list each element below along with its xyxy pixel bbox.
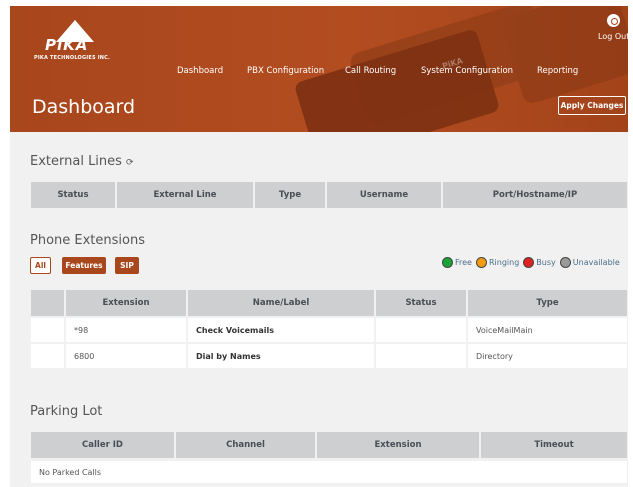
apply-changes-button[interactable]: Apply Changes bbox=[558, 96, 626, 115]
col-username[interactable]: Username bbox=[327, 182, 443, 208]
parking-lot-table-header: Caller ID Channel Extension Timeout bbox=[31, 432, 627, 458]
col-select[interactable] bbox=[31, 290, 66, 316]
col-ext-status[interactable]: Status bbox=[376, 290, 468, 316]
col-caller-id[interactable]: Caller ID bbox=[31, 432, 176, 458]
page-title: Dashboard bbox=[32, 96, 136, 118]
col-extension[interactable]: Extension bbox=[66, 290, 188, 316]
table-row[interactable]: 6800 Dial by Names Directory bbox=[31, 344, 627, 368]
col-port-hostname-ip[interactable]: Port/Hostname/IP bbox=[443, 182, 627, 208]
filter-features-button[interactable]: Features bbox=[62, 257, 106, 274]
col-type[interactable]: Type bbox=[255, 182, 327, 208]
company-logo[interactable]: PiKA PIKA TECHNOLOGIES INC. bbox=[34, 20, 118, 70]
col-parking-extension[interactable]: Extension bbox=[317, 432, 481, 458]
parking-lot-title: Parking Lot bbox=[30, 404, 103, 419]
nav-system-configuration[interactable]: System Configuration bbox=[421, 66, 513, 76]
app-header: PiKA PiKA PIKA TECHNOLOGIES INC. Dashboa… bbox=[10, 6, 628, 132]
table-row[interactable]: *98 Check Voicemails VoiceMailMain bbox=[31, 318, 627, 342]
type-cell: Directory bbox=[468, 344, 627, 368]
status-cell bbox=[376, 318, 468, 342]
filter-sip-button[interactable]: SIP bbox=[115, 257, 139, 274]
legend-busy: Busy bbox=[536, 258, 556, 267]
unavailable-status-icon bbox=[559, 257, 571, 268]
legend-ringing: Ringing bbox=[488, 258, 520, 267]
phone-extensions-title: Phone Extensions bbox=[30, 233, 145, 248]
legend-free: Free bbox=[455, 258, 472, 267]
power-icon bbox=[606, 14, 620, 27]
status-cell bbox=[376, 344, 468, 368]
name-label-cell: Check Voicemails bbox=[188, 318, 376, 342]
external-lines-table-header: Status External Line Type Username Port/… bbox=[31, 182, 627, 208]
name-label-cell: Dial by Names bbox=[188, 344, 376, 368]
col-external-line[interactable]: External Line bbox=[117, 182, 255, 208]
status-legend: Free Ringing Busy Unavailable bbox=[442, 257, 620, 268]
row-select-cell[interactable] bbox=[31, 344, 66, 368]
main-content: External Lines ⟳ Status External Line Typ… bbox=[10, 132, 628, 487]
extension-cell: *98 bbox=[66, 318, 188, 342]
col-name-label[interactable]: Name/Label bbox=[188, 290, 376, 316]
ringing-status-icon bbox=[475, 257, 487, 268]
logout-label: Log Out bbox=[598, 32, 628, 41]
col-timeout[interactable]: Timeout bbox=[481, 432, 627, 458]
external-lines-title: External Lines bbox=[30, 154, 122, 169]
busy-status-icon bbox=[523, 257, 535, 268]
nav-dashboard[interactable]: Dashboard bbox=[177, 66, 223, 76]
legend-unavailable: Unavailable bbox=[572, 258, 620, 267]
nav-pbx-configuration[interactable]: PBX Configuration bbox=[247, 66, 324, 76]
row-select-cell[interactable] bbox=[31, 318, 66, 342]
free-status-icon bbox=[442, 257, 453, 268]
col-status[interactable]: Status bbox=[31, 182, 117, 208]
main-nav: Dashboard PBX Configuration Call Routing… bbox=[10, 66, 628, 82]
col-ext-type[interactable]: Type bbox=[468, 290, 627, 316]
external-lines-heading: External Lines ⟳ bbox=[30, 154, 133, 169]
phone-extensions-table-header: Extension Name/Label Status Type bbox=[31, 290, 627, 316]
logout-link[interactable]: Log Out bbox=[598, 12, 628, 41]
nav-call-routing[interactable]: Call Routing bbox=[345, 66, 396, 76]
type-cell: VoiceMailMain bbox=[468, 318, 627, 342]
filter-all-button[interactable]: All bbox=[30, 257, 51, 274]
logo-wordmark: PiKA bbox=[45, 36, 89, 54]
parking-empty-message: No Parked Calls bbox=[31, 461, 627, 483]
logo-subtext: PIKA TECHNOLOGIES INC. bbox=[34, 55, 111, 61]
refresh-icon[interactable]: ⟳ bbox=[126, 158, 134, 168]
nav-reporting[interactable]: Reporting bbox=[537, 66, 578, 76]
extension-cell: 6800 bbox=[66, 344, 188, 368]
col-channel[interactable]: Channel bbox=[176, 432, 317, 458]
